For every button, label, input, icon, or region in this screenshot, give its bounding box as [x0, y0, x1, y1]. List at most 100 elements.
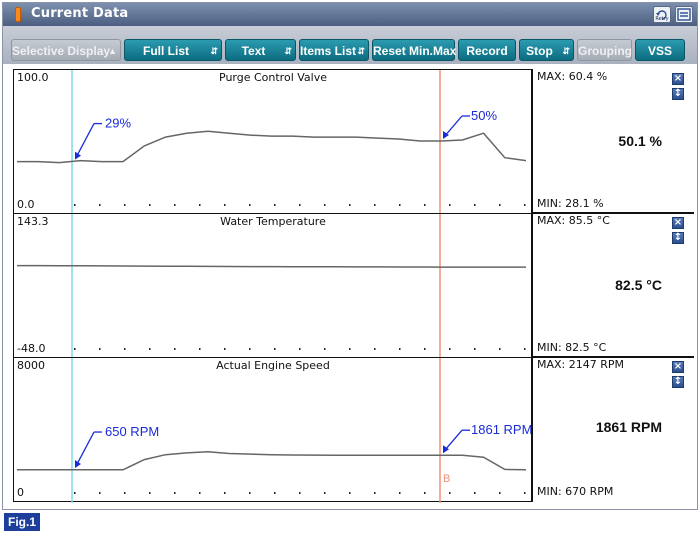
axis-tick: [374, 204, 376, 206]
panel-title: Water Temperature: [220, 215, 326, 228]
reorder-icon[interactable]: ↕: [672, 88, 684, 100]
dropdown-arrows-icon: ⇵: [357, 46, 365, 56]
cursor-b-label: B: [443, 473, 450, 485]
axis-tick: [149, 348, 151, 350]
max-readout: MAX: 60.4 %: [537, 70, 608, 83]
axis-tick: [349, 492, 351, 494]
axis-tick: [74, 348, 76, 350]
axis-tick: [199, 492, 201, 494]
items-list-label: Items List: [300, 44, 357, 58]
axis-tick: [199, 348, 201, 350]
value-panel: MAX: 2147 RPM 1861 RPM MIN: 670 RPM × ↕: [531, 357, 694, 502]
stop-dropdown[interactable]: Stop ⇵: [519, 39, 574, 61]
series-line: [17, 264, 526, 268]
record-button[interactable]: Record: [458, 39, 516, 61]
axis-tick: [399, 348, 401, 350]
retry-button[interactable]: Retry: [653, 6, 671, 23]
menu-button[interactable]: [675, 6, 693, 23]
axis-tick: [99, 348, 101, 350]
panel-water-temperature: 143.3 -48.0 Water Temperature MAX: 85.5 …: [13, 213, 694, 359]
grouping-label: Grouping: [578, 44, 632, 58]
chart-svg: 29% 50%: [17, 70, 527, 215]
close-icon[interactable]: ×: [672, 217, 684, 229]
axis-tick: [474, 492, 476, 494]
axis-tick: [424, 204, 426, 206]
panel-title: Purge Control Valve: [219, 71, 327, 84]
text-dropdown[interactable]: Text ⇵: [225, 39, 296, 61]
axis-tick: [224, 204, 226, 206]
plot-area[interactable]: 29% 50% 100.0 0.0 Purge Control Valve: [13, 69, 531, 215]
axis-tick: [249, 348, 251, 350]
value-panel: MAX: 85.5 °C 82.5 °C MIN: 82.5 °C × ↕: [531, 213, 694, 358]
annotation-cursor-a: 29%: [105, 116, 131, 131]
axis-tick: [99, 492, 101, 494]
y-min-label: 0: [17, 486, 24, 499]
value-panel: MAX: 60.4 % 50.1 % MIN: 28.1 % × ↕: [531, 69, 694, 214]
axis-tick: [74, 204, 76, 206]
axis-tick: [324, 348, 326, 350]
full-list-dropdown[interactable]: Full List ⇵: [124, 39, 222, 61]
series-line: [17, 450, 527, 471]
chart-svg: 650 RPM 1861 RPM B: [17, 358, 532, 503]
axis-tick: [399, 492, 401, 494]
axis-tick: [174, 348, 176, 350]
min-readout: MIN: 28.1 %: [537, 197, 604, 210]
plot-area[interactable]: 143.3 -48.0 Water Temperature: [13, 213, 531, 359]
min-readout: MIN: 82.5 °C: [537, 341, 607, 354]
axis-tick: [449, 348, 451, 350]
y-min-label: 0.0: [17, 198, 35, 211]
current-value: 1861 RPM: [595, 419, 662, 435]
vss-label: VSS: [647, 44, 672, 58]
axis-tick: [299, 492, 301, 494]
axis-tick: [149, 492, 151, 494]
selective-display-label: Selective Display: [12, 44, 111, 58]
selective-display-dropdown[interactable]: Selective Display ▲: [11, 39, 121, 61]
axis-tick: [199, 204, 201, 206]
axis-tick: [449, 204, 451, 206]
axis-tick: [324, 204, 326, 206]
current-value: 82.5 °C: [615, 277, 662, 293]
axis-tick: [249, 492, 251, 494]
close-icon[interactable]: ×: [672, 361, 684, 373]
stop-label: Stop: [526, 44, 553, 58]
max-readout: MAX: 2147 RPM: [537, 358, 625, 371]
axis-tick: [124, 204, 126, 206]
annotation-arrow: [75, 431, 95, 467]
reorder-icon[interactable]: ↕: [672, 232, 684, 244]
axis-tick: [474, 204, 476, 206]
title-bar: Current Data Retry: [3, 3, 697, 26]
axis-tick: [349, 348, 351, 350]
annotation-arrow: [75, 123, 95, 158]
axis-tick: [424, 492, 426, 494]
panel-purge-control-valve: 29% 50% 100.0 0.0 Purge Control Valve MAX…: [13, 69, 694, 215]
retry-label: Retry: [655, 16, 669, 22]
figure-label: Fig.1: [4, 513, 40, 531]
reset-min-max-button[interactable]: Reset Min.Max: [372, 39, 456, 61]
axis-tick: [424, 348, 426, 350]
axis-tick: [499, 348, 501, 350]
plot-area[interactable]: 650 RPM 1861 RPM B 8000 0 Actual Engine Sp…: [13, 357, 532, 503]
close-icon[interactable]: ×: [672, 73, 684, 85]
items-list-dropdown[interactable]: Items List ⇵: [299, 39, 369, 61]
current-value: 50.1 %: [618, 133, 662, 149]
window-title: Current Data: [31, 6, 129, 21]
axis-tick: [124, 348, 126, 350]
min-readout: MIN: 670 RPM: [537, 485, 614, 498]
axis-tick: [499, 492, 501, 494]
full-list-label: Full List: [143, 44, 189, 58]
axis-tick: [524, 492, 526, 494]
axis-tick: [524, 348, 526, 350]
axis-tick: [374, 492, 376, 494]
text-label: Text: [241, 44, 266, 58]
max-readout: MAX: 85.5 °C: [537, 214, 610, 227]
reorder-icon[interactable]: ↕: [672, 376, 684, 388]
grouping-button[interactable]: Grouping: [577, 39, 632, 61]
vss-button[interactable]: VSS: [635, 39, 685, 61]
axis-tick: [324, 492, 326, 494]
axis-tick: [249, 204, 251, 206]
axis-tick: [499, 204, 501, 206]
axis-tick: [124, 492, 126, 494]
warning-bar-icon: [15, 7, 21, 22]
current-data-window: Current Data Retry Selective Display ▲ Fu…: [2, 2, 698, 510]
axis-tick: [224, 492, 226, 494]
